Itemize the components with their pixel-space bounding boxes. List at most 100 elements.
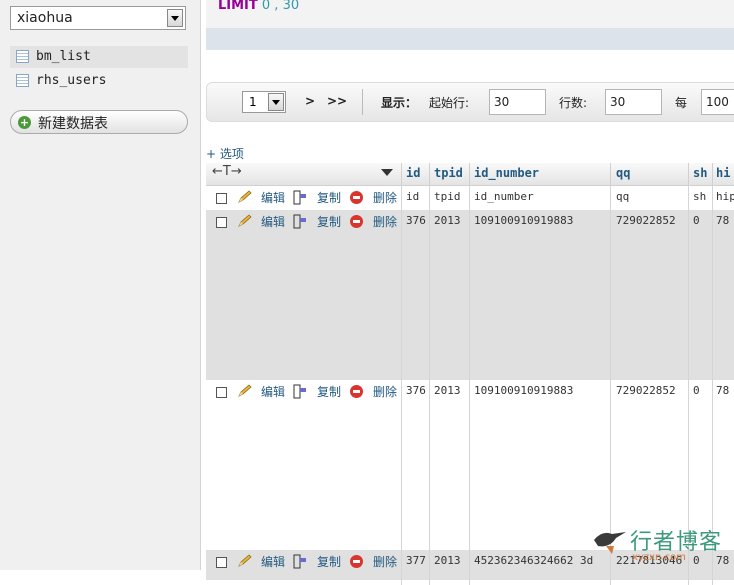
pencil-icon[interactable]: [237, 214, 253, 228]
copy-link[interactable]: 复制: [317, 189, 341, 206]
cell-id: id: [406, 190, 420, 203]
cell-qq: qq: [616, 190, 630, 203]
new-table-button[interactable]: + 新建数据表: [10, 110, 188, 134]
delete-icon[interactable]: [350, 385, 363, 398]
row-checkbox[interactable]: [216, 193, 227, 204]
cell-sh: sh: [693, 190, 707, 203]
watermark-url: xyzxn.com: [632, 552, 686, 563]
column-header-id[interactable]: id: [406, 166, 420, 180]
table-icon: [16, 50, 29, 63]
delete-link[interactable]: 删除: [373, 553, 397, 570]
edit-link[interactable]: 编辑: [261, 213, 285, 230]
edit-link[interactable]: 编辑: [261, 189, 285, 206]
chevron-down-icon[interactable]: [167, 9, 183, 27]
next-page-button[interactable]: >: [305, 94, 315, 108]
cell-hi: 78: [716, 384, 730, 397]
cell-hi: 78: [716, 214, 730, 227]
column-header-qq[interactable]: qq: [616, 166, 630, 180]
main-content: LIMIT 0 , 30 1 > >> 显示： 起始行: 30 行数: 30 每…: [201, 0, 734, 585]
cell-tpid: 2013: [434, 554, 461, 567]
cell-id: 377: [406, 554, 426, 567]
page-select-value: 1: [249, 95, 257, 109]
cell-id-number: id_number: [474, 190, 534, 203]
cell-tpid: 2013: [434, 214, 461, 227]
plus-icon: +: [18, 116, 31, 129]
delete-icon[interactable]: [350, 555, 363, 568]
cell-tpid: 2013: [434, 384, 461, 397]
copy-link[interactable]: 复制: [317, 213, 341, 230]
sidebar-item-label: rhs_users: [36, 73, 107, 88]
cell-id-number: 109100910919883: [474, 214, 574, 227]
pencil-icon[interactable]: [237, 384, 253, 398]
sidebar: xiaohua bm_list rhs_users + 新建数据表: [0, 0, 201, 570]
column-header-tpid[interactable]: tpid: [434, 166, 463, 180]
copy-icon[interactable]: [293, 190, 307, 205]
sql-query-box: LIMIT 0 , 30: [206, 0, 734, 50]
delete-link[interactable]: 删除: [373, 213, 397, 230]
database-select[interactable]: xiaohua: [10, 6, 186, 30]
new-table-label: 新建数据表: [38, 116, 108, 132]
show-label: 显示：: [381, 96, 418, 110]
column-header-sh[interactable]: sh: [693, 166, 707, 180]
column-header-hi[interactable]: hi: [716, 166, 730, 180]
cell-sh: 0: [693, 384, 700, 397]
bird-logo-icon: [594, 532, 626, 554]
edit-link[interactable]: 编辑: [261, 553, 285, 570]
sql-query-text: LIMIT 0 , 30: [218, 0, 299, 13]
table-row: 编辑 复制 删除 id tpid id_number qq sh hip: [206, 186, 734, 210]
copy-icon[interactable]: [293, 384, 307, 399]
row-checkbox[interactable]: [216, 557, 227, 568]
divider: [362, 89, 363, 115]
copy-icon[interactable]: [293, 554, 307, 569]
row-checkbox[interactable]: [216, 387, 227, 398]
start-row-label: 起始行:: [429, 96, 470, 110]
cell-qq: 729022852: [616, 384, 676, 397]
database-select-value: xiaohua: [17, 10, 73, 26]
page-select[interactable]: 1: [242, 91, 286, 113]
column-divider: [401, 185, 402, 585]
cell-id-number: 452362346324662 3d: [474, 554, 594, 567]
pencil-icon[interactable]: [237, 554, 253, 568]
column-header-id-number[interactable]: id_number: [474, 166, 539, 180]
chevron-down-icon[interactable]: [268, 93, 284, 111]
delete-icon[interactable]: [350, 191, 363, 204]
column-arrows-icon[interactable]: ←T→: [212, 164, 242, 179]
pagination-bar: 1 > >> 显示： 起始行: 30 行数: 30 每 100: [206, 82, 734, 122]
header-divider: [429, 163, 430, 185]
start-row-input[interactable]: 30: [489, 89, 546, 115]
cell-sh: 0: [693, 214, 700, 227]
rows-label: 行数:: [559, 96, 588, 110]
header-divider: [688, 163, 689, 185]
options-link[interactable]: + 选项: [206, 145, 244, 162]
delete-icon[interactable]: [350, 215, 363, 228]
column-divider: [469, 185, 470, 585]
last-page-button[interactable]: >>: [327, 94, 347, 108]
cell-qq: 729022852: [616, 214, 676, 227]
delete-link[interactable]: 删除: [373, 383, 397, 400]
sidebar-item-rhs-users[interactable]: rhs_users: [10, 70, 188, 92]
delete-link[interactable]: 删除: [373, 189, 397, 206]
cell-tpid: tpid: [434, 190, 461, 203]
sidebar-item-bm-list[interactable]: bm_list: [10, 46, 188, 68]
per-input[interactable]: 100: [701, 89, 734, 115]
sql-query-footer: [206, 28, 734, 50]
copy-icon[interactable]: [293, 214, 307, 229]
table-row: 编辑 复制 删除 376 2013 109100910919883 729022…: [206, 210, 734, 380]
pencil-icon[interactable]: [237, 190, 253, 204]
row-checkbox[interactable]: [216, 217, 227, 228]
per-label: 每: [675, 96, 688, 110]
copy-link[interactable]: 复制: [317, 383, 341, 400]
watermark: 行者博客 xyzxn.com: [592, 522, 732, 570]
edit-link[interactable]: 编辑: [261, 383, 285, 400]
results-table: ←T→ id tpid id_number qq sh hi 编辑 复制 删除 …: [206, 163, 734, 585]
sort-dropdown-icon[interactable]: [381, 169, 393, 176]
copy-link[interactable]: 复制: [317, 553, 341, 570]
header-divider: [712, 163, 713, 185]
sql-keyword: LIMIT: [218, 0, 258, 13]
cell-id: 376: [406, 384, 426, 397]
sql-limit-values: 0 , 30: [257, 0, 300, 13]
cell-id-number: 109100910919883: [474, 384, 574, 397]
header-divider: [401, 163, 402, 185]
rows-input[interactable]: 30: [605, 89, 662, 115]
cell-id: 376: [406, 214, 426, 227]
